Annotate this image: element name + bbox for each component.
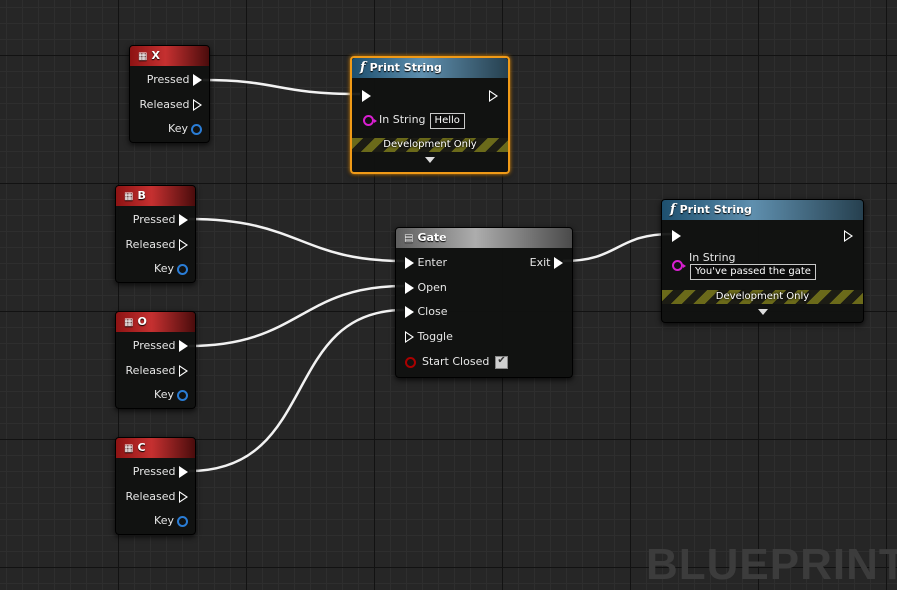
pressed-pin[interactable]: Pressed <box>133 213 188 227</box>
key-pin[interactable]: Key <box>154 262 188 276</box>
gate-node[interactable]: ▤ Gate Enter Exit Open Close Toggle Start… <box>395 227 573 378</box>
print-string-header: f Print String <box>662 200 863 220</box>
exec-out-pin-icon[interactable] <box>179 491 188 503</box>
open-pin[interactable]: Open <box>405 281 447 295</box>
exec-out-pin-icon[interactable] <box>179 239 188 251</box>
in-string-value-field[interactable]: Hello <box>429 113 465 129</box>
released-pin[interactable]: Released <box>126 238 188 252</box>
gate-header: ▤ Gate <box>396 228 572 248</box>
exec-in-pin[interactable] <box>672 229 681 243</box>
expand-arrow-icon[interactable] <box>425 157 435 163</box>
development-only-banner: Development Only <box>662 290 863 304</box>
gate-icon: ▤ <box>404 233 414 244</box>
wire-b-to-enter[interactable] <box>188 217 405 263</box>
input-key-o-node[interactable]: ▦ O Pressed Released Key <box>115 311 196 409</box>
key-pin-icon[interactable] <box>177 389 188 401</box>
in-string-field-wrap: You've passed the gate <box>690 264 816 280</box>
wire-exit-to-print[interactable] <box>562 232 673 263</box>
expand-arrow-icon[interactable] <box>757 309 768 315</box>
exec-out-pin-icon[interactable] <box>193 74 202 86</box>
input-key-o-header: ▦ O <box>116 312 195 332</box>
exec-in-pin-icon[interactable] <box>405 306 414 318</box>
string-pin-icon[interactable] <box>363 114 377 126</box>
exec-out-pin[interactable] <box>489 89 498 103</box>
released-pin[interactable]: Released <box>126 490 188 504</box>
wire-c-to-close[interactable] <box>188 308 405 473</box>
input-key-x-header: ▦ X <box>130 46 209 66</box>
key-pin-icon[interactable] <box>177 263 188 275</box>
exec-out-pin-icon[interactable] <box>179 214 188 226</box>
keyboard-icon: ▦ <box>124 317 134 328</box>
exec-out-pin-icon[interactable] <box>489 90 498 102</box>
input-key-b-node[interactable]: ▦ B Pressed Released Key <box>115 185 196 283</box>
key-pin[interactable]: Key <box>154 514 188 528</box>
exec-out-pin-icon[interactable] <box>554 257 563 269</box>
function-icon: f <box>360 60 366 75</box>
in-string-pin[interactable]: In String Hello <box>363 113 465 129</box>
blueprint-watermark: BLUEPRINT <box>646 540 897 589</box>
pressed-pin[interactable]: Pressed <box>147 73 202 87</box>
print-string-node-2[interactable]: f Print String In String You've passed th… <box>661 199 864 323</box>
pressed-pin[interactable]: Pressed <box>133 339 188 353</box>
in-string-value-field[interactable]: You've passed the gate <box>690 264 816 280</box>
string-pin-icon[interactable] <box>672 260 686 271</box>
function-icon: f <box>670 202 676 217</box>
input-key-b-header: ▦ B <box>116 186 195 206</box>
exec-out-pin-icon[interactable] <box>179 365 188 377</box>
keyboard-icon: ▦ <box>138 51 148 62</box>
key-pin-icon[interactable] <box>191 123 202 135</box>
key-pin[interactable]: Key <box>168 122 202 136</box>
enter-pin[interactable]: Enter <box>405 256 447 270</box>
key-pin-icon[interactable] <box>177 515 188 527</box>
exit-pin[interactable]: Exit <box>530 256 563 270</box>
exec-out-pin-icon[interactable] <box>179 466 188 478</box>
in-string-label: In String <box>689 251 736 264</box>
exec-in-pin[interactable] <box>362 89 371 103</box>
exec-in-pin-icon[interactable] <box>405 282 414 294</box>
input-key-x-node[interactable]: ▦ X Pressed Released Key <box>129 45 210 143</box>
print-string-header: f Print String <box>352 58 508 78</box>
start-closed-checkbox[interactable] <box>495 354 509 369</box>
start-closed-pin[interactable]: Start Closed <box>405 354 509 369</box>
exec-in-pin-icon[interactable] <box>362 90 371 102</box>
close-pin[interactable]: Close <box>405 305 447 319</box>
print-string-node-1[interactable]: f Print String In String Hello Development… <box>350 56 510 174</box>
exec-in-pin-icon[interactable] <box>405 331 414 343</box>
input-key-c-node[interactable]: ▦ C Pressed Released Key <box>115 437 196 535</box>
released-pin[interactable]: Released <box>126 364 188 378</box>
released-pin[interactable]: Released <box>140 98 202 112</box>
exec-out-pin-icon[interactable] <box>844 230 853 242</box>
input-key-c-header: ▦ C <box>116 438 195 458</box>
exec-in-pin-icon[interactable] <box>405 257 414 269</box>
keyboard-icon: ▦ <box>124 191 134 202</box>
bool-pin-icon[interactable] <box>405 356 416 368</box>
keyboard-icon: ▦ <box>124 443 134 454</box>
wire-o-to-open[interactable] <box>188 284 405 348</box>
wire-x-to-print[interactable] <box>202 78 361 96</box>
key-pin[interactable]: Key <box>154 388 188 402</box>
exec-out-pin-icon[interactable] <box>179 340 188 352</box>
pressed-pin[interactable]: Pressed <box>133 465 188 479</box>
exec-out-pin-icon[interactable] <box>193 99 202 111</box>
exec-out-pin[interactable] <box>844 229 853 243</box>
toggle-pin[interactable]: Toggle <box>405 330 453 344</box>
development-only-banner: Development Only <box>352 138 508 152</box>
exec-in-pin-icon[interactable] <box>672 230 681 242</box>
in-string-pin[interactable] <box>672 251 688 271</box>
